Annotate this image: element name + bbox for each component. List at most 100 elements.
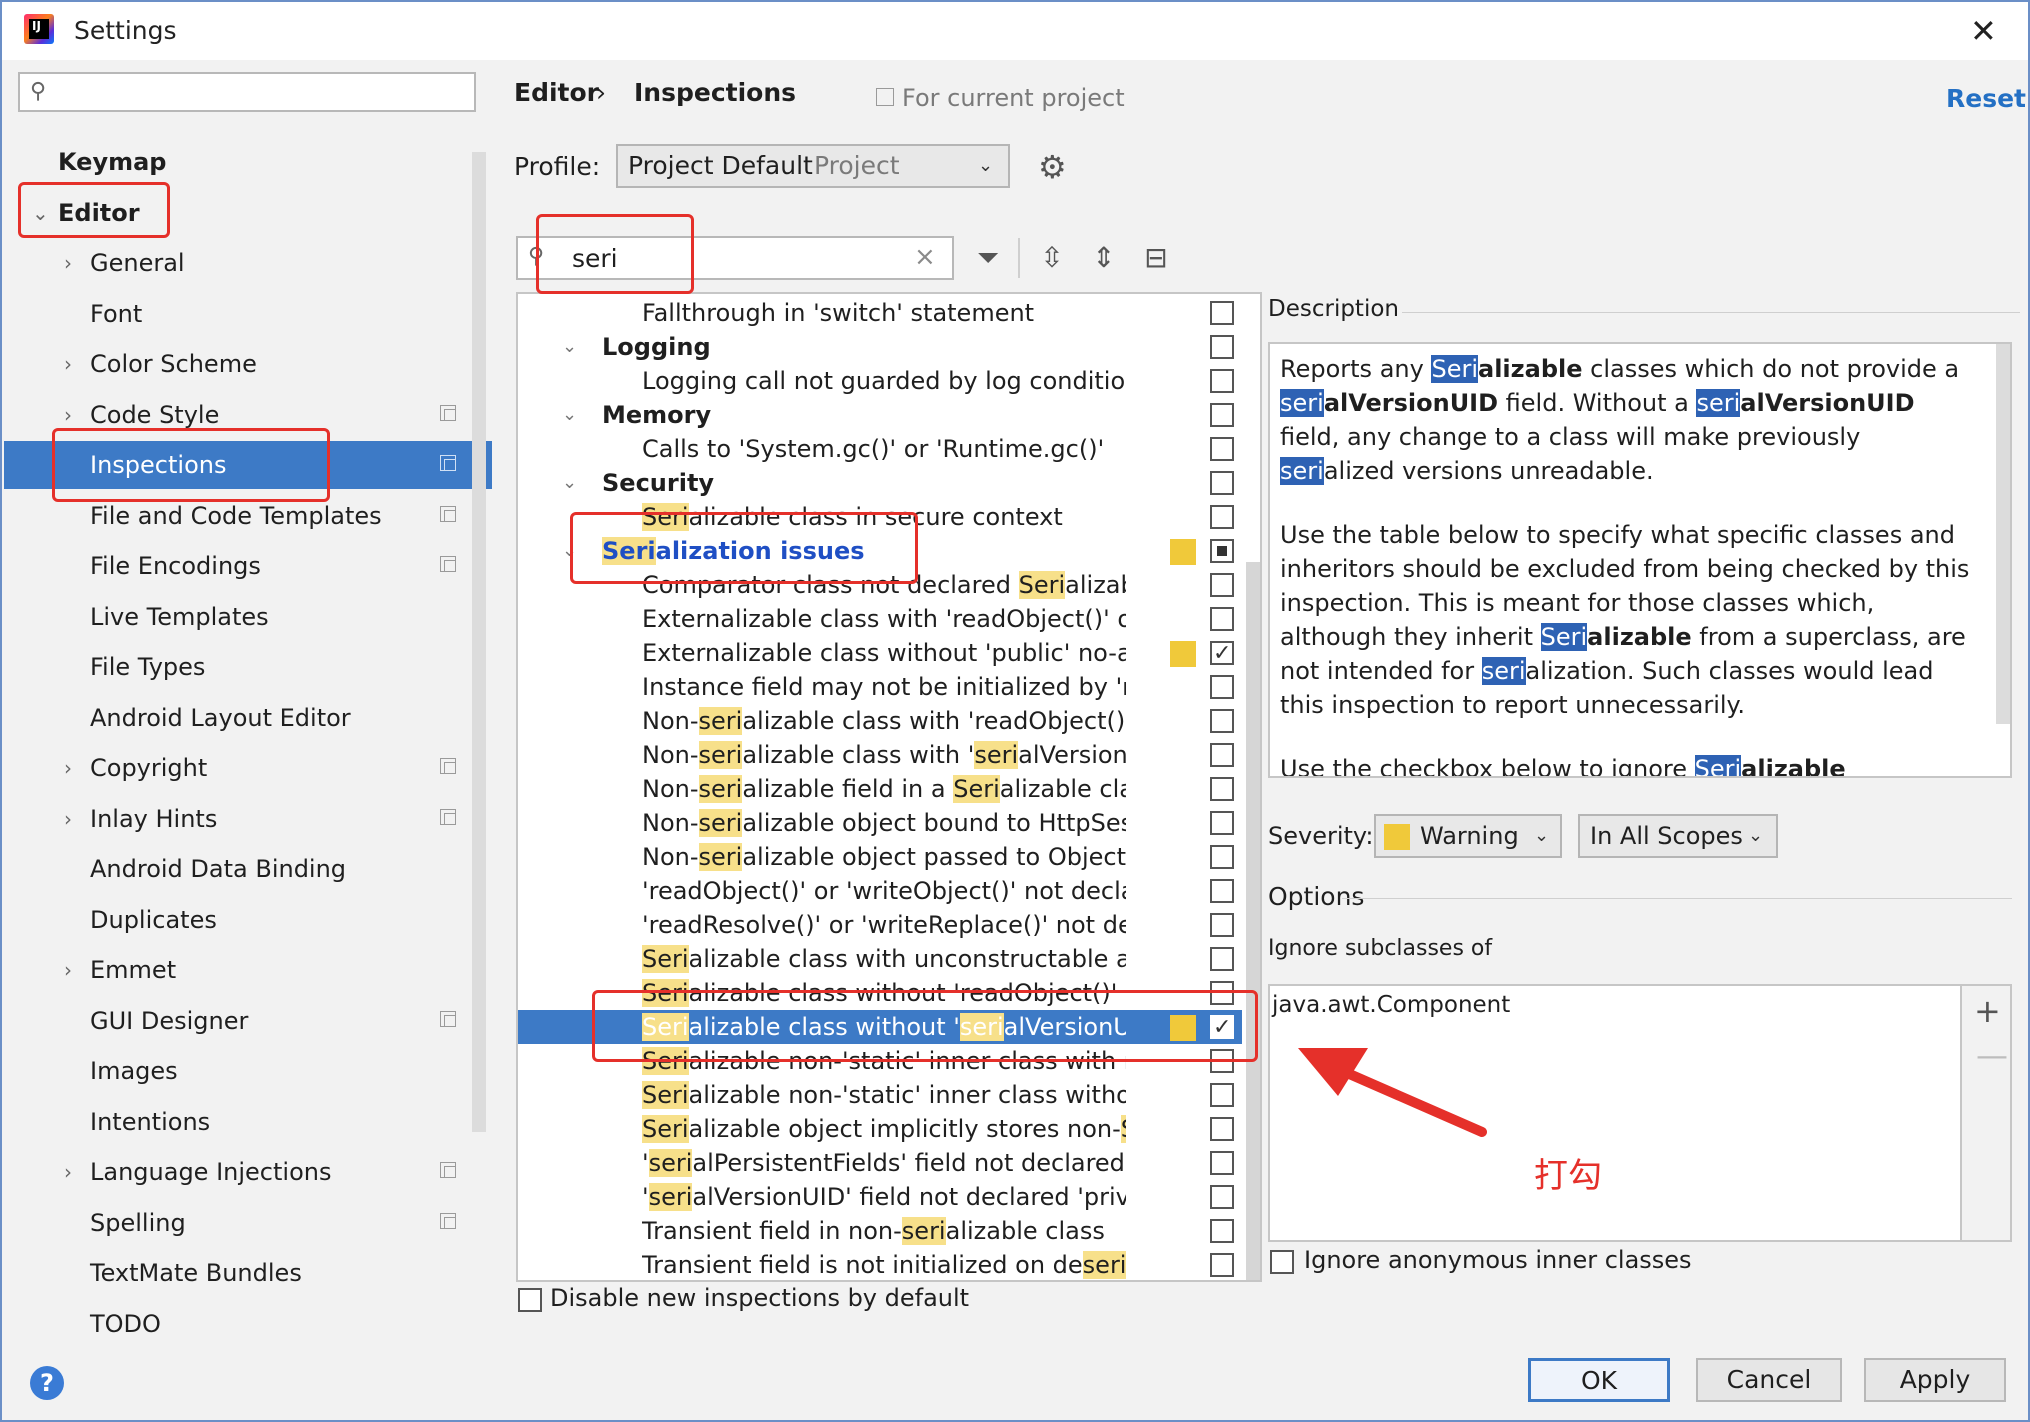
tree-row[interactable]: Transient field in non-serializable clas… bbox=[518, 1214, 1242, 1248]
sidebar-item-language-injections[interactable]: › Language Injections bbox=[4, 1148, 492, 1196]
inspection-checkbox[interactable] bbox=[1210, 1083, 1234, 1107]
inspection-checkbox[interactable] bbox=[1210, 335, 1234, 359]
inspection-checkbox[interactable] bbox=[1210, 573, 1234, 597]
reset-link[interactable]: Reset bbox=[1946, 84, 2026, 113]
sidebar-item-todo[interactable]: TODO bbox=[4, 1300, 492, 1348]
chevron-right-icon[interactable]: › bbox=[64, 744, 72, 792]
tree-row[interactable]: Instance field may not be initialized by… bbox=[518, 670, 1242, 704]
chevron-down-icon[interactable]: ⌄ bbox=[562, 466, 577, 500]
add-icon[interactable]: + bbox=[1974, 992, 2001, 1030]
tree-row[interactable]: Serializable class with unconstructable … bbox=[518, 942, 1242, 976]
sidebar-item-font[interactable]: Font bbox=[4, 290, 492, 338]
sidebar-item-inlay-hints[interactable]: › Inlay Hints bbox=[4, 795, 492, 843]
list-item[interactable]: java.awt.Component bbox=[1272, 992, 1510, 1018]
inspection-checkbox[interactable] bbox=[1210, 947, 1234, 971]
inspection-checkbox[interactable] bbox=[1210, 709, 1234, 733]
sidebar-item-file-types[interactable]: File Types bbox=[4, 643, 492, 691]
sidebar-item-copyright[interactable]: › Copyright bbox=[4, 744, 492, 792]
sidebar-item-file-encodings[interactable]: File Encodings bbox=[4, 542, 492, 590]
clear-search-icon[interactable]: × bbox=[914, 242, 936, 272]
sidebar-item-keymap[interactable]: Keymap bbox=[4, 138, 492, 186]
disable-new-inspections-checkbox[interactable] bbox=[518, 1288, 542, 1312]
inspection-checkbox[interactable] bbox=[1210, 369, 1234, 393]
inspection-checkbox[interactable] bbox=[1210, 845, 1234, 869]
profile-dropdown[interactable]: Project Default Project ⌄ bbox=[616, 144, 1010, 188]
help-button[interactable]: ? bbox=[30, 1366, 64, 1400]
inspection-checkbox[interactable] bbox=[1210, 913, 1234, 937]
tree-row[interactable]: Externalizable class with 'readObject()'… bbox=[518, 602, 1242, 636]
filter-icon[interactable]: ⏷ bbox=[970, 240, 1006, 276]
sidebar-item-general[interactable]: › General bbox=[4, 239, 492, 287]
gear-icon[interactable]: ⚙ bbox=[1038, 148, 1067, 186]
tree-row[interactable]: Transient field is not initialized on de… bbox=[518, 1248, 1242, 1280]
settings-search-input[interactable]: ⚲ bbox=[18, 72, 476, 112]
sidebar-item-gui-designer[interactable]: GUI Designer bbox=[4, 997, 492, 1045]
chevron-right-icon[interactable]: › bbox=[64, 946, 72, 994]
tree-row[interactable]: 'readResolve()' or 'writeReplace()' not … bbox=[518, 908, 1242, 942]
severity-dropdown[interactable]: Warning ⌄ bbox=[1374, 814, 1562, 858]
sidebar-item-emmet[interactable]: › Emmet bbox=[4, 946, 492, 994]
inspection-checkbox[interactable] bbox=[1210, 777, 1234, 801]
tree-row[interactable]: Non-serializable object passed to Object… bbox=[518, 840, 1242, 874]
tree-row[interactable]: Calls to 'System.gc()' or 'Runtime.gc()' bbox=[518, 432, 1242, 466]
chevron-down-icon[interactable]: ⌄ bbox=[562, 398, 577, 432]
sidebar-item-android-data-binding[interactable]: Android Data Binding bbox=[4, 845, 492, 893]
inspection-checkbox[interactable] bbox=[1210, 743, 1234, 767]
chevron-right-icon[interactable]: › bbox=[64, 239, 72, 287]
sidebar-item-spelling[interactable]: Spelling bbox=[4, 1199, 492, 1247]
sidebar-item-intentions[interactable]: Intentions bbox=[4, 1098, 492, 1146]
remove-icon[interactable]: — bbox=[1976, 1036, 2008, 1074]
chevron-right-icon[interactable]: › bbox=[64, 340, 72, 388]
inspection-checkbox[interactable] bbox=[1210, 637, 1234, 670]
reset-to-default-icon[interactable]: ⊟ bbox=[1138, 240, 1174, 276]
inspections-scrollbar[interactable] bbox=[1246, 562, 1260, 1280]
tree-row[interactable]: Logging call not guarded by log conditio… bbox=[518, 364, 1242, 398]
breadcrumb-editor[interactable]: Editor bbox=[514, 78, 599, 107]
ok-button[interactable]: OK bbox=[1528, 1358, 1670, 1402]
tree-row[interactable]: Non-serializable field in a Serializable… bbox=[518, 772, 1242, 806]
sidebar-scrollbar[interactable] bbox=[472, 152, 486, 1132]
apply-button[interactable]: Apply bbox=[1864, 1358, 2006, 1402]
inspection-checkbox[interactable] bbox=[1210, 1219, 1234, 1243]
sidebar-item-images[interactable]: Images bbox=[4, 1047, 492, 1095]
tree-row[interactable]: 'serialPersistentFields' field not decla… bbox=[518, 1146, 1242, 1180]
sidebar-item-color-scheme[interactable]: › Color Scheme bbox=[4, 340, 492, 388]
tree-group-row[interactable]: ⌄ Security bbox=[518, 466, 1242, 500]
chevron-right-icon[interactable]: › bbox=[64, 795, 72, 843]
tree-group-row[interactable]: ⌄ Logging bbox=[518, 330, 1242, 364]
inspection-checkbox[interactable] bbox=[1210, 811, 1234, 835]
collapse-all-icon[interactable]: ⇕ bbox=[1086, 240, 1122, 276]
inspection-checkbox[interactable] bbox=[1210, 879, 1234, 903]
inspection-checkbox[interactable] bbox=[1210, 607, 1234, 631]
tree-row[interactable]: Fallthrough in 'switch' statement bbox=[518, 296, 1242, 330]
inspection-checkbox[interactable] bbox=[1210, 539, 1234, 563]
tree-row[interactable]: 'serialVersionUID' field not declared 'p… bbox=[518, 1180, 1242, 1214]
sidebar-item-duplicates[interactable]: Duplicates bbox=[4, 896, 492, 944]
sidebar-item-textmate-bundles[interactable]: TextMate Bundles bbox=[4, 1249, 492, 1297]
sidebar-item-live-templates[interactable]: Live Templates bbox=[4, 593, 492, 641]
tree-row[interactable]: Externalizable class without 'public' no… bbox=[518, 636, 1242, 670]
tree-row[interactable]: Serializable non-'static' inner class wi… bbox=[518, 1078, 1242, 1112]
inspection-checkbox[interactable] bbox=[1210, 1151, 1234, 1175]
tree-row[interactable]: Non-serializable class with 'readObject(… bbox=[518, 704, 1242, 738]
inspection-checkbox[interactable] bbox=[1210, 1117, 1234, 1141]
inspection-checkbox[interactable] bbox=[1210, 437, 1234, 461]
tree-row[interactable]: Non-serializable class with 'serialVersi… bbox=[518, 738, 1242, 772]
inspection-checkbox[interactable] bbox=[1210, 1185, 1234, 1209]
inspection-checkbox[interactable] bbox=[1210, 675, 1234, 699]
sidebar-item-android-layout-editor[interactable]: Android Layout Editor bbox=[4, 694, 492, 742]
tree-row[interactable]: 'readObject()' or 'writeObject()' not de… bbox=[518, 874, 1242, 908]
scope-dropdown[interactable]: In All Scopes ⌄ bbox=[1578, 814, 1778, 858]
close-icon[interactable]: ✕ bbox=[1970, 12, 1997, 50]
inspection-checkbox[interactable] bbox=[1210, 403, 1234, 427]
inspection-checkbox[interactable] bbox=[1210, 1253, 1234, 1277]
expand-all-icon[interactable]: ⇳ bbox=[1034, 240, 1070, 276]
inspection-checkbox[interactable] bbox=[1210, 505, 1234, 529]
inspection-checkbox[interactable] bbox=[1210, 471, 1234, 495]
tree-row[interactable]: Non-serializable object bound to HttpSes… bbox=[518, 806, 1242, 840]
tree-row[interactable]: Serializable object implicitly stores no… bbox=[518, 1112, 1242, 1146]
inspections-tree[interactable]: Fallthrough in 'switch' statement ⌄ Loggin… bbox=[516, 292, 1262, 1282]
tree-group-row[interactable]: ⌄ Memory bbox=[518, 398, 1242, 432]
chevron-down-icon[interactable]: ⌄ bbox=[562, 330, 577, 364]
description-scrollbar[interactable] bbox=[1996, 344, 2010, 724]
